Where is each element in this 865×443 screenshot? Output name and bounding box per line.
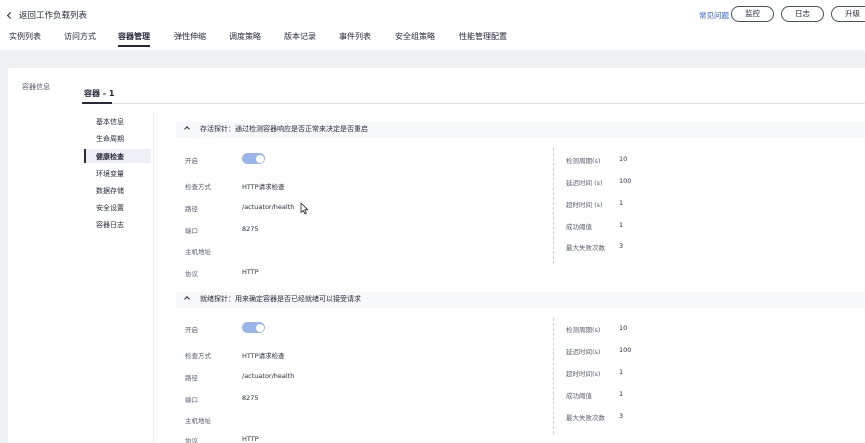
readiness-method-label: 检查方式	[185, 352, 211, 360]
back-link[interactable]: 返回工作负载列表	[6, 9, 88, 21]
readiness-host-label: 主机地址	[185, 417, 211, 425]
left-nav-lifecycle[interactable]: 生命周期	[96, 134, 124, 144]
tab-performance[interactable]: 性能管理配置	[459, 31, 507, 42]
readiness-success-label: 成功阈值	[566, 392, 592, 400]
liveness-method-label: 检查方式	[185, 183, 211, 191]
liveness-timeout-label: 超时时间 (s)	[566, 201, 603, 209]
liveness-divider	[553, 148, 554, 264]
faq-link[interactable]: 常见问题	[699, 10, 729, 21]
toggle-knob	[255, 154, 264, 163]
left-nav-env-vars[interactable]: 环境变量	[96, 169, 124, 179]
readiness-enable-toggle[interactable]	[242, 322, 265, 333]
liveness-path-label: 路径	[185, 205, 198, 213]
readiness-probe-header[interactable]: 就绪探针：用来确定容器是否已经就绪可以接受请求	[176, 292, 865, 308]
readiness-probe-title: 就绪探针：用来确定容器是否已经就绪可以接受请求	[200, 295, 361, 303]
section-label: 容器信息	[22, 83, 50, 91]
left-nav-storage[interactable]: 数据存储	[96, 186, 124, 196]
liveness-period-label: 检测周期(s)	[566, 157, 601, 165]
left-nav-basic-info[interactable]: 基本信息	[96, 117, 124, 127]
readiness-path-label: 路径	[185, 374, 198, 382]
container-tab-underline	[82, 102, 112, 104]
readiness-failure-label: 最大失败次数	[566, 414, 605, 422]
monitor-button[interactable]: 监控	[731, 6, 774, 22]
upgrade-button[interactable]: 升级	[831, 6, 865, 22]
chevron-left-icon	[6, 11, 15, 20]
readiness-timeout-label: 超时时间(s)	[566, 370, 601, 378]
readiness-path-value: /actuator/health	[242, 372, 295, 380]
readiness-delay-value: 100	[619, 346, 632, 354]
left-nav-health-check[interactable]: 健康检查	[96, 152, 124, 162]
container-tab[interactable]: 容器 - 1	[84, 88, 114, 99]
liveness-protocol-label: 协议	[185, 270, 198, 278]
readiness-protocol-label: 协议	[185, 437, 198, 443]
liveness-protocol-value: HTTP	[242, 268, 259, 276]
mouse-cursor-icon	[300, 202, 309, 215]
left-nav-security[interactable]: 安全设置	[96, 203, 124, 213]
liveness-probe-title: 存活探针：通过检测容器响应是否正常来决定是否重启	[200, 125, 368, 133]
liveness-enable-label: 开启	[185, 157, 198, 165]
tab-security-groups[interactable]: 安全组策略	[395, 31, 435, 42]
collapse-icon	[184, 126, 190, 132]
log-button[interactable]: 日志	[781, 6, 824, 22]
tab-bar: 实例列表 访问方式 容器管理 弹性伸缩 调度策略 版本记录 事件列表 安全组策略…	[0, 30, 865, 50]
liveness-port-label: 端口	[185, 227, 198, 235]
readiness-method-value: HTTP请求检查	[242, 352, 285, 360]
readiness-failure-value: 3	[619, 412, 624, 420]
collapse-icon	[184, 296, 190, 302]
tab-versions[interactable]: 版本记录	[284, 31, 316, 42]
readiness-success-value: 1	[619, 390, 624, 398]
tab-events[interactable]: 事件列表	[339, 31, 371, 42]
left-nav-container-logs[interactable]: 容器日志	[96, 220, 124, 230]
liveness-delay-value: 100	[619, 177, 632, 185]
liveness-port-value: 8275	[242, 225, 259, 233]
liveness-period-value: 10	[619, 155, 628, 163]
liveness-failure-value: 3	[619, 242, 624, 250]
tab-access[interactable]: 访问方式	[64, 31, 96, 42]
liveness-success-value: 1	[619, 221, 624, 229]
readiness-port-value: 8275	[242, 394, 259, 402]
liveness-timeout-value: 1	[619, 199, 624, 207]
liveness-probe-header[interactable]: 存活探针：通过检测容器响应是否正常来决定是否重启	[176, 122, 865, 138]
left-nav-divider	[153, 112, 154, 443]
tab-scheduling[interactable]: 调度策略	[229, 31, 261, 42]
tab-containers[interactable]: 容器管理	[118, 31, 150, 47]
liveness-path-value: /actuator/health	[242, 203, 295, 211]
readiness-enable-label: 开启	[185, 326, 198, 334]
container-tab-divider	[82, 103, 865, 104]
readiness-delay-label: 延迟时间(s)	[566, 348, 601, 356]
liveness-enable-toggle[interactable]	[242, 153, 265, 164]
readiness-divider	[553, 318, 554, 434]
liveness-method-value: HTTP请求检查	[242, 183, 285, 191]
left-nav-active-indicator	[84, 149, 86, 163]
tab-autoscaling[interactable]: 弹性伸缩	[174, 31, 206, 42]
liveness-host-label: 主机地址	[185, 248, 211, 256]
liveness-success-label: 成功阈值	[566, 223, 592, 231]
tab-instances[interactable]: 实例列表	[9, 31, 41, 42]
readiness-period-value: 10	[619, 324, 628, 332]
readiness-port-label: 端口	[185, 396, 198, 404]
readiness-period-label: 检测周期(s)	[566, 326, 601, 334]
readiness-protocol-value: HTTP	[242, 435, 259, 443]
liveness-delay-label: 延迟时间 (s)	[566, 179, 603, 187]
readiness-timeout-value: 1	[619, 368, 624, 376]
back-label: 返回工作负载列表	[19, 11, 88, 21]
top-bar: 返回工作负载列表 常见问题 监控 日志 升级 实例列表 访问方式 容器管理 弹性…	[0, 0, 865, 50]
toggle-knob	[255, 323, 264, 332]
liveness-failure-label: 最大失败次数	[566, 244, 605, 252]
